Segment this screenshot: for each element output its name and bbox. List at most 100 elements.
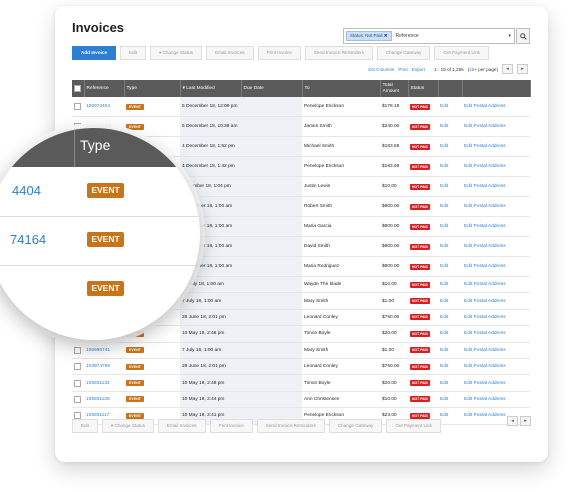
recipient-cell: Robert Smith: [302, 196, 380, 217]
change-gateway-button[interactable]: Change Gateway: [376, 46, 431, 60]
status-filter-chip[interactable]: Status: Not Paid ✖: [346, 31, 392, 41]
reference-link[interactable]: 105966741: [86, 348, 110, 353]
bottom-send-reminders-button[interactable]: Send Invoice Reminders: [256, 419, 325, 433]
postal-cell: Edit Postal Address: [462, 325, 530, 343]
add-invoice-button[interactable]: Add Invoice: [72, 46, 117, 60]
edit-link[interactable]: Edit: [440, 124, 448, 129]
magnifier-reference: 4404: [12, 183, 41, 198]
reference-link[interactable]: 105931133: [86, 381, 110, 386]
row-checkbox[interactable]: [74, 103, 81, 110]
row-select-cell[interactable]: [72, 358, 84, 376]
prev-page-button[interactable]: ◂: [501, 64, 513, 74]
edit-link[interactable]: Edit: [440, 264, 448, 269]
reference-link[interactable]: 106074404: [86, 104, 110, 109]
col-type[interactable]: Type: [124, 80, 181, 97]
chevron-down-icon[interactable]: ▾: [508, 33, 511, 39]
col-last-modified[interactable]: ▾ Last Modified: [180, 80, 242, 97]
col-reference[interactable]: Reference: [84, 80, 125, 97]
col-total-amount[interactable]: Total Amount: [380, 80, 409, 97]
reference-link[interactable]: 105931117: [86, 413, 109, 418]
edit-postal-address-link[interactable]: Edit Postal Address: [464, 348, 506, 353]
edit-postal-address-link[interactable]: Edit Postal Address: [464, 381, 506, 386]
edit-postal-address-link[interactable]: Edit Postal Address: [464, 204, 506, 209]
edit-link[interactable]: Edit: [440, 204, 448, 209]
bottom-next-page-button[interactable]: ▸: [520, 416, 531, 426]
print-invoice-button[interactable]: Print Invoice: [257, 46, 301, 60]
edit-link[interactable]: Edit: [440, 315, 448, 320]
search-input[interactable]: Status: Not Paid ✖ Reference ▾: [343, 28, 515, 44]
search-button[interactable]: [516, 28, 530, 44]
edit-postal-address-link[interactable]: Edit Postal Address: [464, 244, 506, 249]
change-status-button[interactable]: ▾ Change Status: [149, 46, 202, 60]
col-due-date[interactable]: Due Date: [241, 80, 303, 97]
bottom-edit-button[interactable]: Edit: [72, 419, 98, 433]
edit-link[interactable]: Edit: [440, 413, 448, 418]
bottom-payment-link-button[interactable]: Get Payment Link: [386, 419, 441, 433]
edit-postal-address-link[interactable]: Edit Postal Address: [464, 224, 506, 229]
bottom-email-invoices-button[interactable]: Email Invoices: [157, 419, 206, 433]
export-link[interactable]: Export: [412, 67, 425, 72]
row-select-cell[interactable]: [72, 391, 84, 409]
set-columns-link[interactable]: Set Columns: [368, 67, 394, 72]
edit-postal-address-link[interactable]: Edit Postal Address: [464, 397, 506, 402]
col-status[interactable]: Status: [408, 80, 439, 97]
row-checkbox[interactable]: [74, 346, 81, 354]
reference-link[interactable]: 103974796: [86, 364, 110, 369]
bottom-print-invoice-button[interactable]: Print Invoice: [209, 419, 253, 433]
row-checkbox[interactable]: [74, 395, 81, 403]
edit-postal-address-link[interactable]: Edit Postal Address: [464, 413, 506, 418]
edit-postal-address-link[interactable]: Edit Postal Address: [464, 124, 506, 129]
payment-link-button[interactable]: Get Payment Link: [434, 46, 489, 60]
print-link[interactable]: Print: [398, 67, 407, 72]
reference-cell: 106074404: [84, 97, 124, 117]
table-row: 105931133 EVENT 10 May 18, 2:48 pm Timon Bo…: [72, 374, 530, 392]
edit-link[interactable]: Edit: [440, 184, 448, 189]
bottom-change-gateway-button[interactable]: Change Gateway: [328, 419, 383, 433]
edit-link[interactable]: Edit: [440, 224, 448, 229]
row-checkbox[interactable]: [74, 379, 81, 387]
row-checkbox[interactable]: [74, 363, 81, 371]
edit-link[interactable]: Edit: [440, 331, 448, 336]
edit-postal-address-link[interactable]: Edit Postal Address: [464, 264, 506, 269]
next-page-button[interactable]: ▸: [516, 64, 528, 74]
reference-link[interactable]: 105931125: [86, 397, 110, 402]
edit-cell: Edit: [438, 216, 462, 237]
amount-cell: $1.00: [380, 342, 408, 359]
recipient-cell: Wayde The blade: [302, 276, 380, 294]
edit-postal-address-link[interactable]: Edit Postal Address: [464, 184, 506, 189]
edit-postal-address-link[interactable]: Edit Postal Address: [464, 331, 506, 336]
edit-link[interactable]: Edit: [440, 244, 448, 249]
due-date-cell: [241, 216, 302, 237]
edit-postal-address-link[interactable]: Edit Postal Address: [464, 315, 506, 320]
bottom-prev-page-button[interactable]: ◂: [507, 416, 518, 426]
edit-postal-address-link[interactable]: Edit Postal Address: [464, 282, 506, 287]
edit-link[interactable]: Edit: [440, 397, 448, 402]
edit-postal-address-link[interactable]: Edit Postal Address: [464, 364, 506, 369]
magnifier-reference: 74164: [10, 232, 47, 247]
email-invoices-button[interactable]: Email Invoices: [205, 46, 254, 60]
row-select-cell[interactable]: [72, 342, 84, 359]
edit-link[interactable]: Edit: [440, 299, 448, 304]
row-select-cell[interactable]: [72, 97, 84, 117]
edit-link[interactable]: Edit: [440, 104, 448, 109]
select-all-checkbox[interactable]: [74, 85, 81, 92]
edit-postal-address-link[interactable]: Edit Postal Address: [464, 144, 506, 149]
send-reminders-button[interactable]: Send Invoice Reminders: [304, 46, 373, 60]
edit-link[interactable]: Edit: [440, 282, 448, 287]
edit-link[interactable]: Edit: [440, 381, 448, 386]
edit-postal-address-link[interactable]: Edit Postal Address: [464, 299, 506, 304]
select-all-cell[interactable]: [72, 80, 85, 97]
edit-link[interactable]: Edit: [440, 348, 448, 353]
edit-postal-address-link[interactable]: Edit Postal Address: [464, 104, 506, 109]
col-to[interactable]: To: [302, 80, 381, 97]
bottom-change-status-button[interactable]: ▾ Change Status: [101, 419, 154, 433]
edit-link[interactable]: Edit: [440, 364, 448, 369]
row-select-cell[interactable]: [72, 374, 84, 392]
edit-postal-address-link[interactable]: Edit Postal Address: [464, 164, 506, 169]
magnifier-type-heading: Type: [80, 137, 111, 153]
search-field-select[interactable]: Reference: [396, 33, 509, 39]
edit-link[interactable]: Edit: [440, 164, 448, 169]
edit-button[interactable]: Edit: [120, 46, 146, 60]
amount-cell: $800.00: [380, 236, 408, 257]
edit-link[interactable]: Edit: [440, 144, 448, 149]
